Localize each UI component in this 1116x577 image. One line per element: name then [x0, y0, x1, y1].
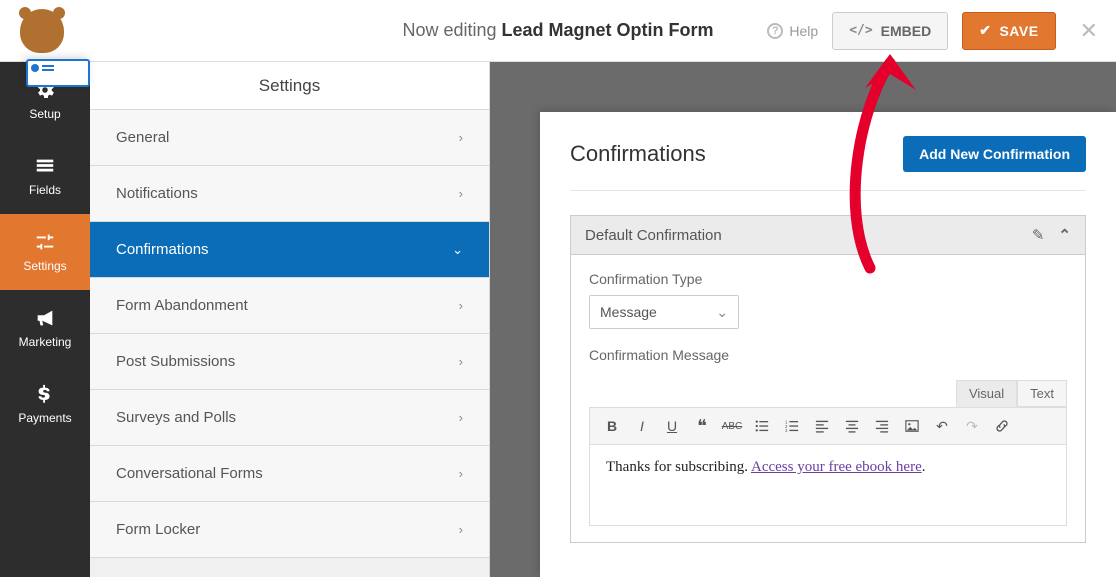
align-left-icon[interactable]: [808, 413, 836, 439]
help-icon: ?: [767, 23, 783, 39]
undo-icon[interactable]: ↶: [928, 413, 956, 439]
pencil-icon[interactable]: ✎: [1032, 226, 1045, 244]
bullet-list-icon[interactable]: [748, 413, 776, 439]
wysiwyg-editor: Visual Text B I U ❝ ABC 123: [589, 407, 1067, 526]
app-logo: [18, 7, 66, 55]
rail-marketing[interactable]: Marketing: [0, 290, 90, 366]
list-icon: [34, 155, 56, 177]
sub-label: Conversational Forms: [116, 465, 263, 482]
sliders-icon: [34, 231, 56, 253]
editor-toolbar: B I U ❝ ABC 123 ↶ ↷: [590, 408, 1066, 445]
embed-label: EMBED: [881, 23, 932, 39]
chevron-right-icon: ›: [459, 130, 463, 145]
subpanel-title: Settings: [90, 62, 489, 110]
sub-formabandonment[interactable]: Form Abandonment ›: [90, 278, 489, 334]
chevron-right-icon: ›: [459, 410, 463, 425]
sub-label: Post Submissions: [116, 353, 235, 370]
card-title: Confirmations: [570, 141, 706, 167]
redo-icon[interactable]: ↷: [958, 413, 986, 439]
tab-visual[interactable]: Visual: [956, 380, 1017, 407]
chevron-right-icon: ›: [459, 354, 463, 369]
rail-payments[interactable]: Payments: [0, 366, 90, 442]
message-label: Confirmation Message: [589, 347, 1067, 363]
chevron-right-icon: ›: [459, 186, 463, 201]
check-icon: ✔: [979, 22, 991, 39]
align-right-icon[interactable]: [868, 413, 896, 439]
close-icon[interactable]: ✕: [1080, 18, 1098, 44]
sub-surveys[interactable]: Surveys and Polls ›: [90, 390, 489, 446]
confirmation-block-header[interactable]: Default Confirmation ✎ ⌃: [571, 216, 1085, 255]
save-label: SAVE: [999, 23, 1038, 39]
editor-textarea[interactable]: Thanks for subscribing. Access your free…: [590, 445, 1066, 525]
align-center-icon[interactable]: [838, 413, 866, 439]
add-confirmation-button[interactable]: Add New Confirmation: [903, 136, 1086, 172]
rail-label: Fields: [29, 183, 61, 197]
block-title: Default Confirmation: [585, 227, 722, 244]
sub-label: Surveys and Polls: [116, 409, 236, 426]
sub-label: Notifications: [116, 185, 198, 202]
left-rail: Setup Fields Settings Marketing Payments: [0, 62, 90, 577]
help-label: Help: [789, 23, 818, 39]
sub-formlocker[interactable]: Form Locker ›: [90, 502, 489, 558]
code-icon: </>: [849, 23, 872, 38]
tab-text[interactable]: Text: [1017, 380, 1067, 407]
confirmation-type-select[interactable]: Message ⌄: [589, 295, 739, 329]
strike-icon[interactable]: ABC: [718, 413, 746, 439]
form-name: Lead Magnet Optin Form: [502, 20, 714, 40]
embed-button[interactable]: </> EMBED: [832, 12, 948, 50]
rail-fields[interactable]: Fields: [0, 138, 90, 214]
content-tail: .: [922, 459, 926, 475]
chevron-down-icon: ⌄: [452, 242, 463, 258]
sub-conversational[interactable]: Conversational Forms ›: [90, 446, 489, 502]
top-bar: Now editing Lead Magnet Optin Form ? Hel…: [0, 0, 1116, 62]
save-button[interactable]: ✔ SAVE: [962, 12, 1055, 50]
sub-label: Form Abandonment: [116, 297, 248, 314]
sub-general[interactable]: General ›: [90, 110, 489, 166]
quote-icon[interactable]: ❝: [688, 413, 716, 439]
rail-label: Marketing: [19, 335, 72, 349]
chevron-right-icon: ›: [459, 466, 463, 481]
select-value: Message: [600, 304, 657, 320]
help-link[interactable]: ? Help: [767, 23, 818, 39]
sub-label: Confirmations: [116, 241, 209, 258]
editing-prefix: Now editing: [402, 20, 496, 40]
main-canvas: Confirmations Add New Confirmation Defau…: [490, 62, 1116, 577]
rail-settings[interactable]: Settings: [0, 214, 90, 290]
chevron-up-icon[interactable]: ⌃: [1058, 226, 1071, 244]
editing-title: Now editing Lead Magnet Optin Form: [402, 20, 713, 41]
sub-confirmations[interactable]: Confirmations ⌄: [90, 222, 489, 278]
number-list-icon[interactable]: 123: [778, 413, 806, 439]
sub-label: General: [116, 129, 169, 146]
chevron-down-icon: ⌄: [716, 304, 728, 321]
sub-postsubmissions[interactable]: Post Submissions ›: [90, 334, 489, 390]
sub-notifications[interactable]: Notifications ›: [90, 166, 489, 222]
rail-label: Settings: [23, 259, 66, 273]
type-label: Confirmation Type: [589, 271, 1067, 287]
confirmation-block: Default Confirmation ✎ ⌃ Confirmation Ty…: [570, 215, 1086, 543]
dollar-icon: [34, 383, 56, 405]
settings-subpanel: Settings General › Notifications › Confirm…: [90, 62, 490, 577]
content-text: Thanks for subscribing.: [606, 459, 751, 475]
rail-label: Payments: [18, 411, 71, 425]
svg-text:3: 3: [785, 428, 788, 433]
rail-label: Setup: [29, 107, 60, 121]
underline-icon[interactable]: U: [658, 413, 686, 439]
confirmations-card: Confirmations Add New Confirmation Defau…: [540, 112, 1116, 577]
image-icon[interactable]: [898, 413, 926, 439]
chevron-right-icon: ›: [459, 298, 463, 313]
chevron-right-icon: ›: [459, 522, 463, 537]
bullhorn-icon: [34, 307, 56, 329]
content-link[interactable]: Access your free ebook here: [751, 459, 922, 475]
bold-icon[interactable]: B: [598, 413, 626, 439]
italic-icon[interactable]: I: [628, 413, 656, 439]
sub-label: Form Locker: [116, 521, 200, 538]
link-icon[interactable]: [988, 413, 1016, 439]
